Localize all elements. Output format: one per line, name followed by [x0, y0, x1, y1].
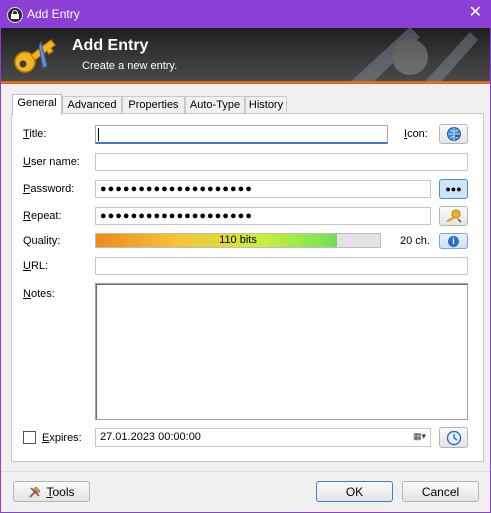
banner-accent-bar: [1, 81, 490, 84]
cancel-button[interactable]: Cancel: [402, 481, 479, 502]
add-entry-dialog: Add Entry ✕ Add Entry Create a new entry…: [0, 0, 491, 513]
toggle-password-visibility-button[interactable]: ●●●: [439, 179, 468, 199]
banner-subtitle: Create a new entry.: [82, 60, 178, 72]
repeat-label: Repeat:: [23, 210, 62, 222]
title-input[interactable]: [95, 125, 388, 144]
icon-label: Icon:: [404, 128, 428, 140]
window-title: Add Entry: [27, 7, 80, 21]
username-label: User name:: [23, 156, 80, 168]
banner-title: Add Entry: [72, 37, 149, 54]
repeat-password-input[interactable]: ●●●●●●●●●●●●●●●●●●●●: [95, 207, 431, 225]
tools-icon: [29, 486, 41, 498]
password-quality-bar: 110 bits: [95, 233, 381, 248]
password-length-text: 20 ch.: [400, 235, 430, 247]
password-label: Password:: [23, 183, 75, 195]
tab-general[interactable]: General: [12, 94, 62, 115]
quality-info-button[interactable]: i: [439, 233, 468, 249]
expiry-presets-button[interactable]: [439, 427, 468, 448]
expiry-date-value: 27.01.2023 00:00:00: [100, 431, 201, 443]
expires-checkbox[interactable]: [23, 431, 36, 444]
notes-textarea[interactable]: [95, 283, 468, 420]
ok-button[interactable]: OK: [316, 481, 393, 502]
tab-properties[interactable]: Properties: [122, 96, 185, 114]
key-icon: [14, 39, 56, 73]
quality-bits-text: 110 bits: [219, 234, 257, 246]
footer-separator: [1, 471, 490, 472]
notes-label: Notes:: [23, 288, 55, 300]
password-input[interactable]: ●●●●●●●●●●●●●●●●●●●●: [95, 180, 431, 198]
expiry-date-picker[interactable]: 27.01.2023 00:00:00 ▦▾: [95, 428, 431, 447]
globe-key-icon: [446, 127, 461, 141]
header-banner: Add Entry Create a new entry.: [1, 28, 490, 84]
tab-advanced[interactable]: Advanced: [62, 96, 122, 114]
info-icon: i: [448, 235, 459, 247]
text-caret: [98, 128, 99, 141]
title-bar: Add Entry ✕: [1, 1, 490, 28]
title-label: Title:: [23, 128, 47, 140]
url-label: URL:: [23, 260, 49, 272]
username-input[interactable]: [95, 153, 468, 171]
url-input[interactable]: [95, 257, 468, 275]
calendar-dropdown-icon[interactable]: ▦▾: [413, 431, 426, 442]
expires-label[interactable]: Expires:: [42, 432, 82, 444]
tab-auto-type[interactable]: Auto-Type: [185, 96, 245, 114]
key-generator-icon: [445, 209, 462, 223]
tab-history[interactable]: History: [245, 96, 287, 114]
clock-icon: [446, 430, 461, 445]
lock-icon: [7, 7, 23, 23]
icon-picker-button[interactable]: [439, 124, 468, 144]
tools-button[interactable]: Tools: [13, 481, 90, 502]
quality-label: Quality:: [23, 235, 61, 247]
password-generator-button[interactable]: [439, 206, 468, 226]
banner-decoration: [350, 28, 478, 84]
close-button[interactable]: ✕: [469, 4, 482, 22]
